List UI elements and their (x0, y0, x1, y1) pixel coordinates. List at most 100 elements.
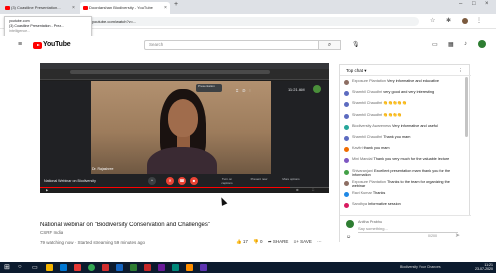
browser-tab-active[interactable]: Doordarshan Biodiversity - YouTube × (80, 2, 170, 14)
chat-char-counter: 0/200 (428, 234, 437, 238)
youtube-favicon-icon (5, 6, 10, 10)
save-button[interactable]: SAVE (300, 239, 312, 244)
chat-author-name[interactable]: Biodiversity Awareness (352, 124, 391, 128)
chat-message-text: very good and very interesting (383, 90, 435, 95)
chat-menu-icon[interactable]: ⋮ (458, 65, 463, 76)
windows-start-icon[interactable]: ⊞ (4, 263, 10, 271)
video-meta: 79 watching now · Started streaming 59 m… (40, 240, 146, 245)
chat-author-name[interactable]: Sandhya (352, 202, 367, 206)
excel-icon[interactable] (130, 264, 137, 271)
chat-message-text: 👏👏👏👏 (383, 112, 403, 117)
chat-message-input[interactable]: Say something... (358, 226, 458, 233)
maximize-icon[interactable]: □ (472, 1, 476, 7)
app-icon[interactable] (172, 264, 179, 271)
hamburger-menu-icon[interactable]: ≡ (18, 41, 22, 48)
chat-author-avatar (344, 136, 349, 141)
chat-message: Shamhil Chaudhri very good and very inte… (344, 90, 464, 101)
channel-name[interactable]: CSRF India (40, 230, 63, 235)
extensions-icon[interactable]: ✱ (446, 17, 451, 24)
file-explorer-icon[interactable] (46, 264, 53, 271)
chat-author-avatar (344, 169, 349, 175)
chat-author-name[interactable]: Ravi Kumar (352, 191, 372, 195)
close-icon[interactable]: × (164, 2, 167, 14)
settings-icon[interactable]: ⚙ (296, 188, 299, 192)
search-taskbar-icon[interactable]: ○ (18, 264, 22, 270)
share-icon[interactable]: ➦ (268, 239, 272, 244)
app-icon[interactable] (200, 264, 207, 271)
chat-message-text: thank you mam (363, 146, 390, 151)
app-icon[interactable] (186, 264, 193, 271)
create-video-icon[interactable]: ▭ (432, 41, 438, 48)
youtube-logo-icon[interactable] (33, 42, 42, 49)
chat-message: Shivaranjani Excellent presentation mam … (344, 169, 464, 180)
more-icon[interactable]: ⋯ (317, 239, 322, 244)
app-icon[interactable] (74, 264, 81, 271)
youtube-wordmark[interactable]: YouTube (43, 41, 71, 48)
save-icon[interactable]: ≡+ (294, 239, 299, 244)
chat-author-name[interactable]: Kavitri (352, 146, 363, 150)
edge-icon[interactable] (60, 264, 67, 271)
chat-message-text: Thanks (372, 191, 386, 195)
emoji-icon[interactable]: ☺ (346, 234, 351, 240)
video-player[interactable]: Presentation ⌗⚇⋮ 11:21 AM Dr. Rajashree … (40, 63, 329, 193)
account-avatar[interactable] (478, 40, 486, 48)
share-button[interactable]: SHARE (273, 239, 289, 244)
meeting-title: National Webinar on Biodiversity (44, 179, 96, 183)
browser-tab[interactable]: (3) Coastline Presentation... × (2, 2, 78, 14)
chat-author-avatar (344, 124, 349, 130)
chat-message: Shamhil Chaudhri 👏👏👏👏 (344, 113, 464, 124)
word-icon[interactable] (116, 264, 123, 271)
app-icon[interactable] (102, 264, 109, 271)
chat-message: Kavitri thank you mam (344, 146, 464, 157)
chat-scrollbar[interactable] (465, 77, 468, 137)
dislike-icon[interactable]: 👎 (253, 239, 259, 244)
chat-author-avatar (344, 203, 349, 209)
chat-message: Shamhil Chaudhri 👏👏👏👏👏 (344, 101, 464, 112)
close-icon[interactable]: × (72, 2, 75, 14)
captions-label: Turn on captions (221, 177, 233, 185)
meeting-control-bar: National Webinar on Biodiversity ^ ✕ ☎ ■… (40, 174, 329, 187)
play-icon[interactable]: ▶ (46, 188, 48, 192)
fullscreen-icon[interactable]: ⛶ (312, 188, 314, 192)
powerpoint-icon[interactable] (144, 264, 151, 271)
chrome-icon[interactable] (88, 264, 95, 271)
search-input[interactable]: Search (144, 40, 319, 50)
chat-author-avatar (344, 147, 349, 153)
new-tab-button[interactable]: + (174, 1, 178, 8)
end-call-icon: ☎ (178, 177, 186, 185)
menu-icon[interactable]: ⋮ (476, 17, 482, 24)
chat-author-name[interactable]: Exposure Plantation (352, 79, 386, 83)
microphone-icon[interactable]: 🎙 (352, 41, 360, 48)
video-action-row: 👍 17 👎 0 ➦ SHARE ≡+ SAVE ⋯ (236, 239, 322, 245)
chat-author-name[interactable]: Shamhil Chaudhri (352, 113, 382, 117)
chat-message-text: Informative session (368, 202, 401, 207)
chevron-down-icon[interactable]: ▾ (364, 68, 366, 73)
send-icon[interactable]: ➤ (455, 232, 460, 239)
chat-author-name[interactable]: Shamhil Chaudhri (352, 90, 382, 94)
profile-avatar[interactable] (462, 18, 468, 24)
chat-author-name[interactable]: Exposure Plantation (352, 180, 386, 184)
star-icon[interactable]: ☆ (430, 17, 435, 24)
chat-author-avatar (344, 158, 349, 164)
chat-message-text: 👏👏👏👏👏 (383, 101, 407, 106)
meeting-left-panel (40, 81, 91, 174)
apps-grid-icon[interactable]: ▦ (448, 41, 454, 48)
chat-author-name[interactable]: Shivaranjani (352, 169, 373, 173)
address-bar[interactable]: youtube.com/watch?v=... (84, 17, 419, 26)
like-count: 17 (242, 239, 248, 244)
participant-avatar (313, 85, 321, 93)
like-icon[interactable]: 👍 (236, 239, 242, 244)
chat-author-name[interactable]: Shamhil Chaudhri (352, 101, 382, 105)
microphone-off-icon: ✕ (166, 177, 174, 185)
youtube-favicon-icon (83, 6, 88, 10)
chat-header[interactable]: Top chat ▾ ⋮ (340, 65, 471, 76)
notifications-bell-icon[interactable]: ♪ (464, 41, 467, 47)
task-view-icon[interactable]: ▭ (32, 264, 38, 271)
close-window-icon[interactable]: × (485, 1, 489, 7)
app-icon[interactable] (158, 264, 165, 271)
chat-author-name[interactable]: Shamhil Chaudhri (352, 135, 382, 139)
chat-author-name[interactable]: Mini Mandal (352, 157, 372, 161)
minimize-icon[interactable]: – (459, 1, 462, 7)
system-clock[interactable]: 11:21 23-07-2020 (475, 263, 493, 271)
search-button[interactable]: ⌕ (319, 40, 341, 50)
